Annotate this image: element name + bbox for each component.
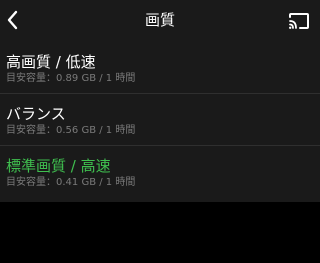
quality-options-list: 高画質 / 低速 目安容量：0.89 GB / 1 時間 バランス 目安容量：0… xyxy=(0,42,320,202)
video-quality-screen: 画質 高画質 / 低速 目安容量：0.89 GB / 1 時間 バランス 目安容… xyxy=(0,0,320,263)
chevron-left-icon xyxy=(7,10,18,30)
quality-option-high[interactable]: 高画質 / 低速 目安容量：0.89 GB / 1 時間 xyxy=(0,42,320,94)
quality-option-title: バランス xyxy=(6,105,66,123)
quality-option-title: 高画質 / 低速 xyxy=(6,53,96,71)
cast-button[interactable] xyxy=(286,9,312,33)
page-title: 画質 xyxy=(144,11,175,29)
top-bar: 画質 xyxy=(0,0,320,42)
quality-option-balanced[interactable]: バランス 目安容量：0.56 GB / 1 時間 xyxy=(0,94,320,146)
quality-option-detail: 目安容量：0.56 GB / 1 時間 xyxy=(6,125,136,136)
back-button[interactable] xyxy=(0,6,26,34)
quality-option-detail: 目安容量：0.89 GB / 1 時間 xyxy=(6,73,136,84)
quality-option-standard[interactable]: 標準画質 / 高速 目安容量：0.41 GB / 1 時間 xyxy=(0,146,320,198)
quality-option-title-selected: 標準画質 / 高速 xyxy=(6,157,111,175)
empty-background-area xyxy=(0,202,320,263)
quality-option-detail: 目安容量：0.41 GB / 1 時間 xyxy=(6,177,136,188)
cast-icon xyxy=(289,13,309,29)
